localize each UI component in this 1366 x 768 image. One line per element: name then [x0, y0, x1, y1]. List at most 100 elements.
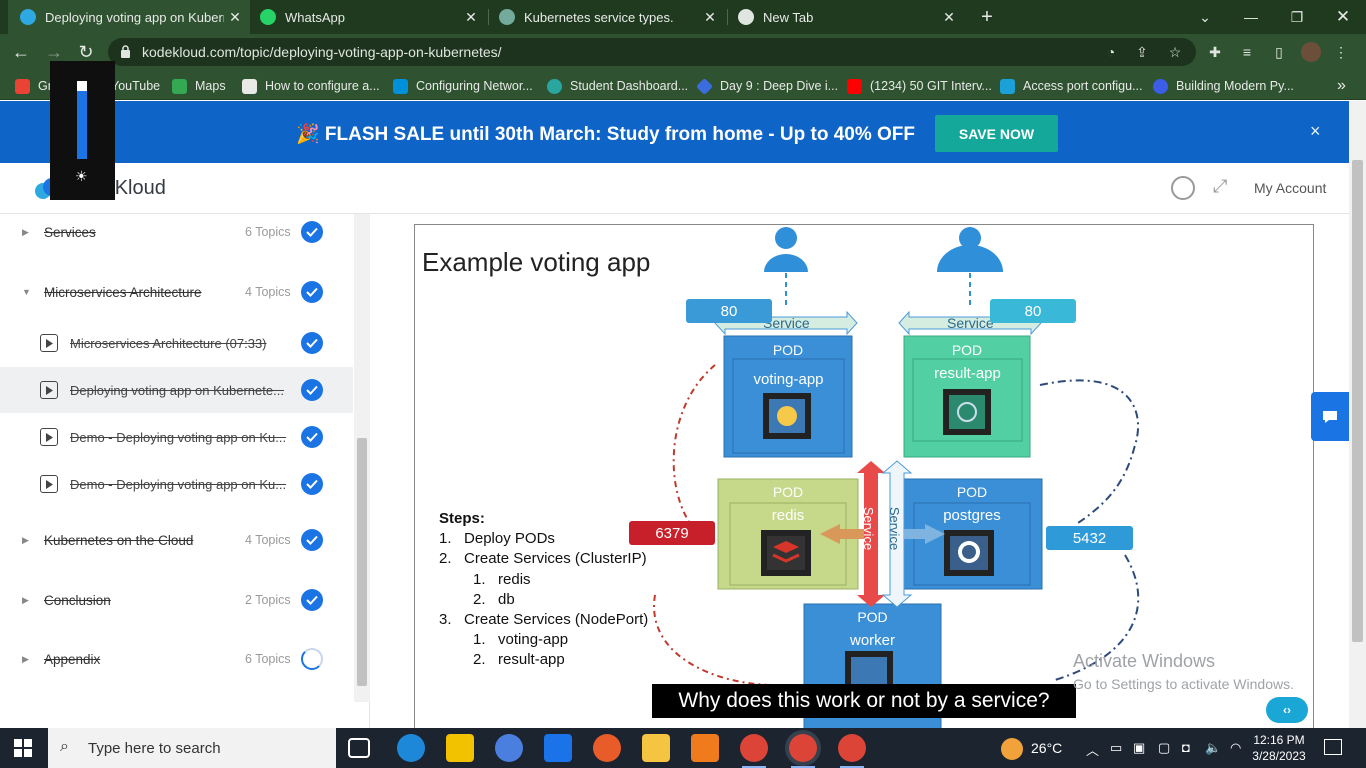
caret-right-icon[interactable]: ▶: [22, 636, 29, 682]
bookmark-configuring-networ[interactable]: Configuring Networ...: [393, 77, 533, 95]
tab-new-tab[interactable]: New Tab ✕: [728, 0, 966, 34]
close-icon[interactable]: ✕: [699, 9, 721, 26]
port-result: 80: [990, 299, 1076, 323]
lesson-microservices-architecture[interactable]: Microservices Architecture (07:33): [0, 320, 353, 366]
windows-start-icon[interactable]: [14, 739, 32, 757]
minimize-button[interactable]: —: [1228, 0, 1274, 34]
bookmark-label: Configuring Networ...: [416, 79, 533, 93]
performance-icon[interactable]: ◔: [1101, 42, 1121, 62]
volume-icon[interactable]: 🔈: [1205, 740, 1221, 756]
side-panel-icon[interactable]: ▯: [1269, 42, 1289, 62]
device-icon[interactable]: ▢: [1158, 740, 1170, 756]
menu-icon[interactable]: ⋮: [1331, 42, 1351, 62]
bookmark-access-port[interactable]: Access port configu...: [1000, 77, 1143, 95]
check-icon: [301, 379, 323, 401]
mail-icon[interactable]: [544, 734, 572, 762]
caret-right-icon[interactable]: ▶: [22, 517, 29, 563]
section-services[interactable]: ▶ Services 6 Topics: [0, 209, 353, 255]
store-icon[interactable]: [446, 734, 474, 762]
dark-mode-icon[interactable]: [1171, 176, 1195, 200]
check-icon: [301, 589, 323, 611]
tab-search-chevron-icon[interactable]: ⌄: [1182, 0, 1228, 34]
caret-right-icon[interactable]: ▶: [22, 577, 29, 623]
bookmark-git-interview[interactable]: (1234) 50 GIT Interv...: [847, 77, 992, 95]
close-icon[interactable]: ✕: [460, 9, 482, 26]
check-icon: [301, 529, 323, 551]
topic-count: 6 Topics: [245, 225, 291, 239]
caret-down-icon[interactable]: ▼: [22, 269, 31, 315]
section-kubernetes-on-the-cloud[interactable]: ▶ Kubernetes on the Cloud 4 Topics: [0, 517, 353, 563]
section-microservices-architecture[interactable]: ▼ Microservices Architecture 4 Topics: [0, 269, 353, 315]
caret-right-icon[interactable]: ▶: [22, 209, 29, 255]
tab-whatsapp[interactable]: WhatsApp ✕: [250, 0, 488, 34]
weather-icon[interactable]: [1001, 738, 1023, 760]
address-bar[interactable]: kodekloud.com/topic/deploying-voting-app…: [108, 38, 1196, 66]
close-icon[interactable]: ✕: [224, 9, 246, 26]
more-bookmarks-icon[interactable]: »: [1337, 77, 1346, 95]
app-icon[interactable]: [691, 734, 719, 762]
bookmark-building-modern[interactable]: Building Modern Py...: [1153, 77, 1294, 95]
weather-temperature[interactable]: 26°C: [1031, 740, 1062, 756]
clock-time: 12:16 PM: [1253, 733, 1305, 747]
chat-button[interactable]: [1311, 392, 1349, 441]
chrome-icon[interactable]: [740, 734, 768, 768]
close-window-button[interactable]: ✕: [1320, 0, 1366, 34]
port-postgres: 5432: [1046, 526, 1133, 550]
app-icon[interactable]: [593, 734, 621, 762]
tab-deploying-voting-app[interactable]: Deploying voting app on Kubernetes ✕: [8, 0, 250, 34]
section-appendix[interactable]: ▶ Appendix 6 Topics: [0, 636, 353, 682]
code-icon[interactable]: ‹›: [1266, 697, 1308, 723]
restore-button[interactable]: ❐: [1274, 0, 1320, 34]
share-icon[interactable]: ⇪: [1132, 42, 1152, 62]
clock[interactable]: 12:16 PM 3/28/2023: [1250, 732, 1308, 764]
taskbar-search-input[interactable]: ⌕ Type here to search: [48, 728, 336, 768]
step-text: Deploy PODs: [464, 530, 555, 548]
notifications-icon[interactable]: [1324, 739, 1342, 755]
page-scrollbar-thumb[interactable]: [1352, 160, 1363, 642]
chrome-icon: [738, 9, 754, 25]
close-icon[interactable]: ✕: [938, 9, 960, 26]
play-icon: [40, 475, 58, 493]
edge-icon[interactable]: [397, 734, 425, 762]
lock-icon: [121, 45, 130, 58]
lesson-demo-1[interactable]: Demo - Deploying voting app on Ku...: [0, 414, 353, 460]
step-number: 1.: [439, 530, 452, 548]
section-conclusion[interactable]: ▶ Conclusion 2 Topics: [0, 577, 353, 623]
bookmark-how-to-configure[interactable]: How to configure a...: [242, 77, 380, 95]
lesson-deploying-voting-app[interactable]: Deploying voting app on Kubernete...: [0, 367, 353, 413]
bookmark-student-dashboard[interactable]: Student Dashboard...: [547, 77, 688, 95]
avatar[interactable]: [1301, 42, 1321, 62]
my-account-link[interactable]: My Account: [1254, 180, 1326, 196]
file-explorer-icon[interactable]: [642, 734, 670, 762]
network-icon[interactable]: ▣: [1133, 740, 1145, 756]
bookmark-youtube[interactable]: YouTube: [111, 77, 160, 95]
chrome-profile-icon[interactable]: [838, 734, 866, 768]
reading-list-icon[interactable]: ≡: [1237, 42, 1257, 62]
battery-icon[interactable]: ▭: [1110, 740, 1122, 756]
play-icon: [40, 428, 58, 446]
step-number: 3.: [439, 611, 452, 629]
app-icon[interactable]: [495, 734, 523, 762]
sidebar-scrollbar-thumb[interactable]: [357, 438, 367, 686]
bookmark-maps[interactable]: Maps: [172, 77, 226, 95]
video-caption: Why does this work or not by a service?: [652, 684, 1076, 718]
chrome-profile-icon[interactable]: [789, 734, 817, 768]
chevron-up-icon[interactable]: ︿: [1086, 740, 1099, 759]
camera-icon[interactable]: ◘: [1182, 740, 1190, 755]
tab-kubernetes-service-types[interactable]: Kubernetes service types. ✕: [489, 0, 727, 34]
bookmark-star-icon[interactable]: ☆: [1165, 42, 1185, 62]
cloud-icon: [547, 78, 562, 94]
lesson-demo-2[interactable]: Demo - Deploying voting app on Ku...: [0, 461, 353, 507]
task-view-icon[interactable]: [348, 738, 370, 758]
back-icon[interactable]: ←: [9, 40, 33, 64]
close-icon[interactable]: ×: [1310, 121, 1321, 142]
steps-heading: Steps:: [439, 510, 485, 527]
fullscreen-icon[interactable]: ⤢: [1213, 176, 1227, 197]
save-now-button[interactable]: SAVE NOW: [935, 115, 1058, 152]
check-icon: [301, 281, 323, 303]
extensions-icon[interactable]: ✚: [1205, 42, 1225, 62]
chat-icon: [1323, 410, 1337, 423]
wifi-icon[interactable]: ◠: [1230, 740, 1241, 756]
new-tab-button[interactable]: +: [964, 0, 1010, 34]
bookmark-day-9[interactable]: Day 9 : Deep Dive i...: [696, 77, 838, 95]
